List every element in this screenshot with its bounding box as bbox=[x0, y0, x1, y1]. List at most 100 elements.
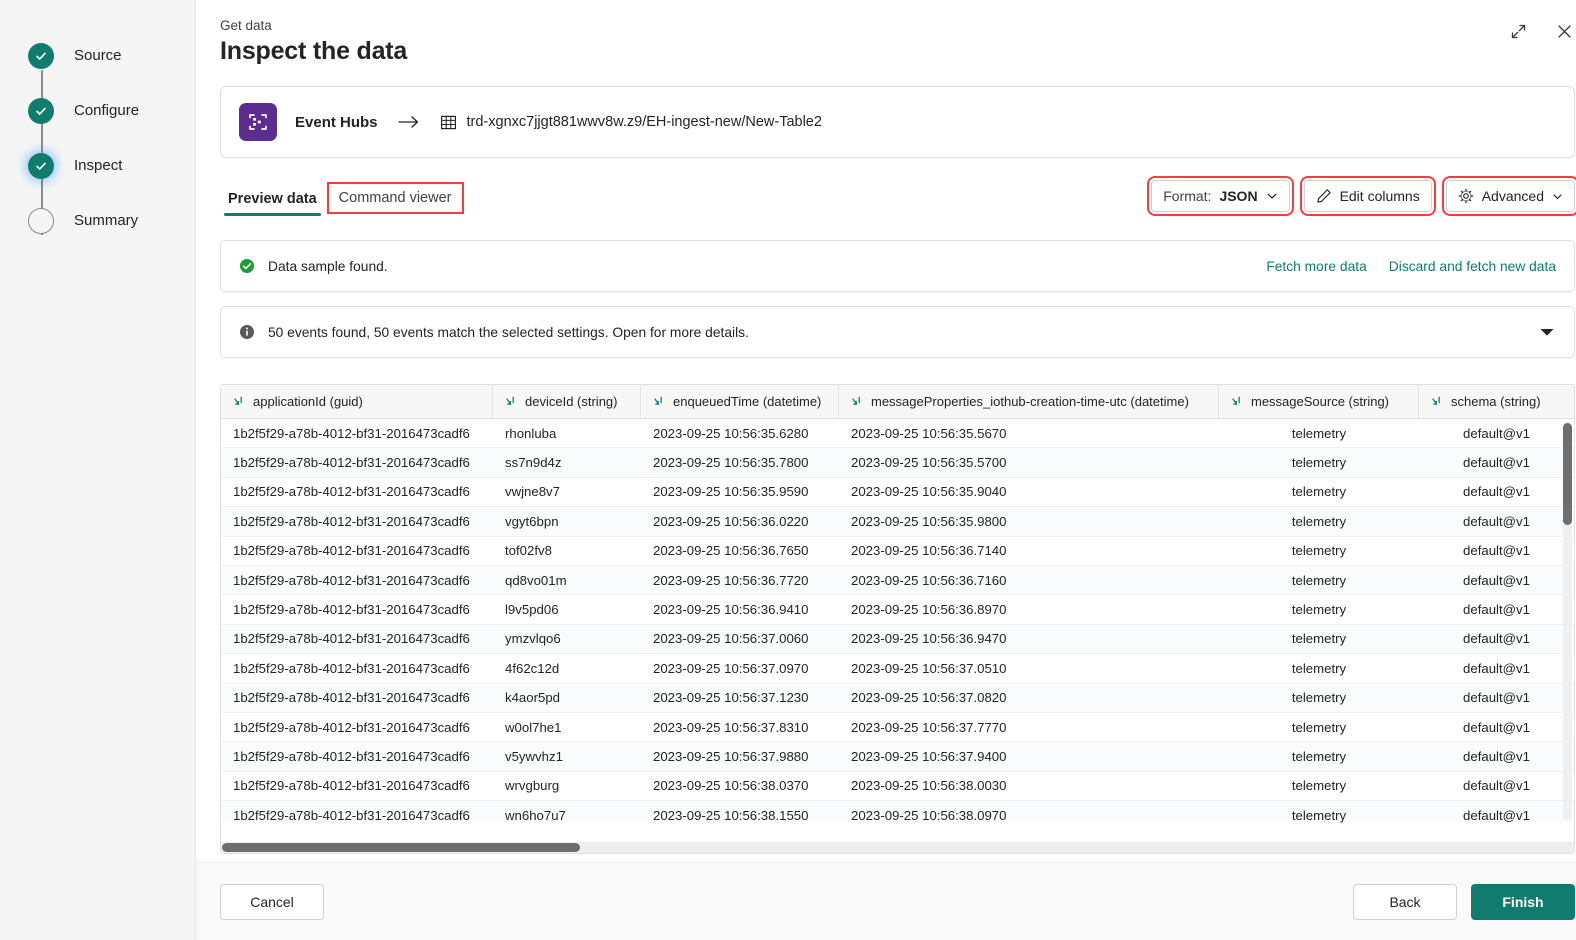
table-cell: default@v1 bbox=[1463, 748, 1530, 764]
sidebar-item-inspect[interactable]: Inspect bbox=[0, 138, 195, 193]
column-header[interactable]: applicationId (guid) bbox=[221, 385, 493, 419]
column-header[interactable]: messageProperties_iothub-creation-time-u… bbox=[839, 385, 1219, 419]
table-row[interactable]: 1b2f5f29-a78b-4012-bf31-2016473cadf6 4f62… bbox=[221, 654, 1574, 684]
format-label: Format: bbox=[1163, 188, 1212, 204]
table-row[interactable]: 1b2f5f29-a78b-4012-bf31-2016473cadf6 wn6h… bbox=[221, 801, 1574, 823]
sort-icon bbox=[1431, 395, 1444, 408]
table-row[interactable]: 1b2f5f29-a78b-4012-bf31-2016473cadf6 qd8v… bbox=[221, 565, 1574, 596]
sort-icon bbox=[851, 395, 864, 408]
table-row[interactable]: 1b2f5f29-a78b-4012-bf31-2016473cadf6 vgyt… bbox=[221, 507, 1574, 537]
wizard-sidebar: Source Configure Inspect Summary bbox=[0, 0, 196, 940]
tab-preview-data[interactable]: Preview data bbox=[220, 191, 325, 216]
events-info-message: 50 events found, 50 events match the sel… bbox=[268, 324, 749, 340]
column-header[interactable]: enqueuedTime (datetime) bbox=[641, 385, 839, 419]
table-cell: default@v1 bbox=[1463, 631, 1530, 647]
chevron-down-icon bbox=[1552, 191, 1563, 202]
table-header-row: applicationId (guid) deviceId (string) enq… bbox=[221, 385, 1574, 419]
table-cell: 2023-09-25 10:56:35.9800 bbox=[851, 513, 1007, 529]
get-data-wizard: Source Configure Inspect Summary Get dat… bbox=[0, 0, 1576, 940]
edit-columns-button[interactable]: Edit columns bbox=[1299, 176, 1436, 216]
edit-columns-label: Edit columns bbox=[1339, 188, 1420, 204]
table-cell: 2023-09-25 10:56:35.9590 bbox=[653, 484, 809, 500]
column-header[interactable]: messageSource (string) bbox=[1219, 385, 1419, 419]
table-icon bbox=[440, 114, 457, 131]
table-row[interactable]: 1b2f5f29-a78b-4012-bf31-2016473cadf6 ymzv… bbox=[221, 624, 1574, 655]
tab-command-viewer[interactable]: Command viewer bbox=[326, 182, 464, 214]
table-cell: default@v1 bbox=[1463, 484, 1530, 500]
sort-icon bbox=[233, 395, 246, 408]
table-cell: default@v1 bbox=[1463, 690, 1530, 706]
table-cell: telemetry bbox=[1291, 543, 1347, 559]
success-check-icon bbox=[239, 258, 255, 274]
sort-icon bbox=[1231, 395, 1244, 408]
table-row[interactable]: 1b2f5f29-a78b-4012-bf31-2016473cadf6 tof0… bbox=[221, 537, 1574, 566]
table-cell: 2023-09-25 10:56:35.7800 bbox=[653, 455, 809, 471]
table-row[interactable]: 1b2f5f29-a78b-4012-bf31-2016473cadf6 wrvg… bbox=[221, 772, 1574, 802]
close-icon[interactable] bbox=[1551, 18, 1576, 44]
table-row[interactable]: 1b2f5f29-a78b-4012-bf31-2016473cadf6 l9v5… bbox=[221, 595, 1574, 625]
advanced-dropdown[interactable]: Advanced bbox=[1441, 176, 1576, 216]
column-header-label: enqueuedTime (datetime) bbox=[673, 394, 822, 409]
table-cell: w0ol7he1 bbox=[505, 719, 562, 735]
table-cell: ymzvlqo6 bbox=[505, 631, 561, 647]
caret-down-icon[interactable] bbox=[1538, 326, 1556, 338]
format-dropdown[interactable]: Format: JSON bbox=[1147, 176, 1294, 216]
events-info-banner[interactable]: 50 events found, 50 events match the sel… bbox=[220, 306, 1575, 358]
table-cell: telemetry bbox=[1291, 484, 1347, 500]
table-cell: 2023-09-25 10:56:36.8970 bbox=[851, 602, 1007, 618]
step-status-done-icon bbox=[28, 97, 54, 124]
finish-button[interactable]: Finish bbox=[1471, 883, 1575, 920]
table-cell: 2023-09-25 10:56:37.0970 bbox=[653, 660, 809, 676]
table-cell: 1b2f5f29-a78b-4012-bf31-2016473cadf6 bbox=[233, 660, 470, 676]
table-cell: telemetry bbox=[1291, 660, 1347, 676]
discard-and-fetch-link[interactable]: Discard and fetch new data bbox=[1389, 259, 1556, 274]
sidebar-item-summary[interactable]: Summary bbox=[0, 193, 195, 248]
table-cell: 2023-09-25 10:56:35.5670 bbox=[851, 425, 1007, 441]
table-cell: 1b2f5f29-a78b-4012-bf31-2016473cadf6 bbox=[233, 572, 470, 588]
toolbar: Format: JSON Edit columns Advanced bbox=[1147, 176, 1576, 216]
vertical-scrollbar-thumb[interactable] bbox=[1563, 423, 1572, 525]
sidebar-item-configure[interactable]: Configure bbox=[0, 83, 195, 138]
fetch-more-data-link[interactable]: Fetch more data bbox=[1266, 259, 1366, 274]
table-cell: 1b2f5f29-a78b-4012-bf31-2016473cadf6 bbox=[233, 425, 470, 441]
horizontal-scrollbar-thumb[interactable] bbox=[222, 843, 580, 852]
column-header[interactable]: deviceId (string) bbox=[493, 385, 641, 419]
table-row[interactable]: 1b2f5f29-a78b-4012-bf31-2016473cadf6 w0ol… bbox=[221, 713, 1574, 743]
wizard-footer: Cancel Back Finish bbox=[196, 862, 1576, 940]
table-cell: telemetry bbox=[1291, 807, 1347, 823]
table-cell: 2023-09-25 10:56:36.7720 bbox=[653, 572, 809, 588]
expand-icon[interactable] bbox=[1505, 18, 1531, 44]
table-cell: 1b2f5f29-a78b-4012-bf31-2016473cadf6 bbox=[233, 602, 470, 618]
table-vertical-scrollbar[interactable] bbox=[1563, 421, 1572, 821]
wizard-stepper: Source Configure Inspect Summary bbox=[0, 28, 195, 248]
table-cell: telemetry bbox=[1291, 631, 1347, 647]
table-cell: default@v1 bbox=[1463, 425, 1530, 441]
table-row[interactable]: 1b2f5f29-a78b-4012-bf31-2016473cadf6 v5yw… bbox=[221, 742, 1574, 772]
back-button[interactable]: Back bbox=[1353, 883, 1457, 920]
gear-icon bbox=[1458, 188, 1474, 204]
sidebar-item-source[interactable]: Source bbox=[0, 28, 195, 83]
step-label: Inspect bbox=[74, 157, 123, 174]
table-row[interactable]: 1b2f5f29-a78b-4012-bf31-2016473cadf6 rhon… bbox=[221, 419, 1574, 449]
table-cell: 1b2f5f29-a78b-4012-bf31-2016473cadf6 bbox=[233, 631, 470, 647]
table-cell: 1b2f5f29-a78b-4012-bf31-2016473cadf6 bbox=[233, 455, 470, 471]
table-cell: default@v1 bbox=[1463, 602, 1530, 618]
column-header[interactable]: schema (string) bbox=[1419, 385, 1574, 419]
data-sample-message: Data sample found. bbox=[268, 258, 388, 274]
table-horizontal-scrollbar[interactable] bbox=[221, 842, 1574, 853]
table-cell: wrvgburg bbox=[505, 778, 560, 794]
info-icon bbox=[239, 324, 255, 340]
page-title: Inspect the data bbox=[220, 37, 408, 65]
table-row[interactable]: 1b2f5f29-a78b-4012-bf31-2016473cadf6 ss7n… bbox=[221, 448, 1574, 478]
arrow-right-icon bbox=[397, 115, 420, 129]
table-row[interactable]: 1b2f5f29-a78b-4012-bf31-2016473cadf6 vwjn… bbox=[221, 478, 1574, 508]
data-sample-banner: Data sample found. Fetch more data Disca… bbox=[220, 240, 1575, 292]
window-controls bbox=[1505, 18, 1576, 44]
tab-list: Preview data Command viewer bbox=[220, 176, 464, 216]
cancel-button[interactable]: Cancel bbox=[220, 883, 324, 920]
table-cell: 1b2f5f29-a78b-4012-bf31-2016473cadf6 bbox=[233, 690, 470, 706]
table-cell: 2023-09-25 10:56:36.9470 bbox=[851, 631, 1007, 647]
table-cell: v5ywvhz1 bbox=[505, 748, 563, 764]
table-cell: telemetry bbox=[1291, 602, 1347, 618]
table-row[interactable]: 1b2f5f29-a78b-4012-bf31-2016473cadf6 k4ao… bbox=[221, 683, 1574, 713]
